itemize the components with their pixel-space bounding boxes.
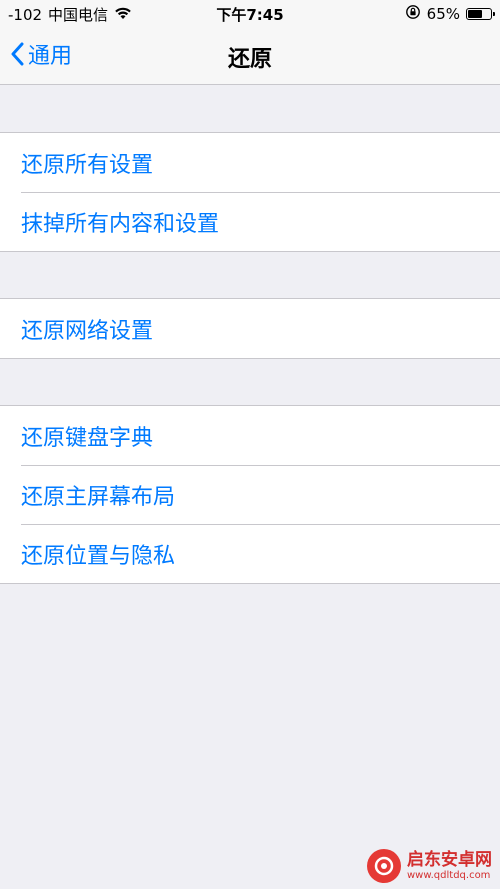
reset-group-1: 还原所有设置 抹掉所有内容和设置 <box>0 132 500 252</box>
reset-group-3: 还原键盘字典 还原主屏幕布局 还原位置与隐私 <box>0 405 500 584</box>
page-title: 还原 <box>227 47 272 72</box>
reset-all-settings[interactable]: 还原所有设置 <box>0 133 500 192</box>
reset-keyboard-dictionary[interactable]: 还原键盘字典 <box>0 406 500 465</box>
orientation-lock-icon <box>405 4 421 24</box>
reset-location-privacy[interactable]: 还原位置与隐私 <box>0 524 500 583</box>
reset-home-screen-layout[interactable]: 还原主屏幕布局 <box>0 465 500 524</box>
watermark-logo-icon <box>367 849 401 883</box>
watermark: 启东安卓网 www.qdltdq.com <box>367 849 492 883</box>
watermark-url: www.qdltdq.com <box>407 869 491 881</box>
battery-level <box>468 10 482 18</box>
battery-icon <box>466 8 495 20</box>
reset-group-2: 还原网络设置 <box>0 298 500 359</box>
status-bar: -102 中国电信 下午7:45 65% <box>0 0 500 28</box>
watermark-name: 启东安卓网 <box>407 850 492 871</box>
erase-all-content-and-settings[interactable]: 抹掉所有内容和设置 <box>0 192 500 251</box>
nav-bar: 通用 还原 <box>0 28 500 85</box>
reset-network-settings[interactable]: 还原网络设置 <box>0 299 500 358</box>
battery-percent: 65% <box>426 5 460 23</box>
status-right: 65% <box>405 4 495 24</box>
watermark-text: 启东安卓网 www.qdltdq.com <box>407 851 492 881</box>
